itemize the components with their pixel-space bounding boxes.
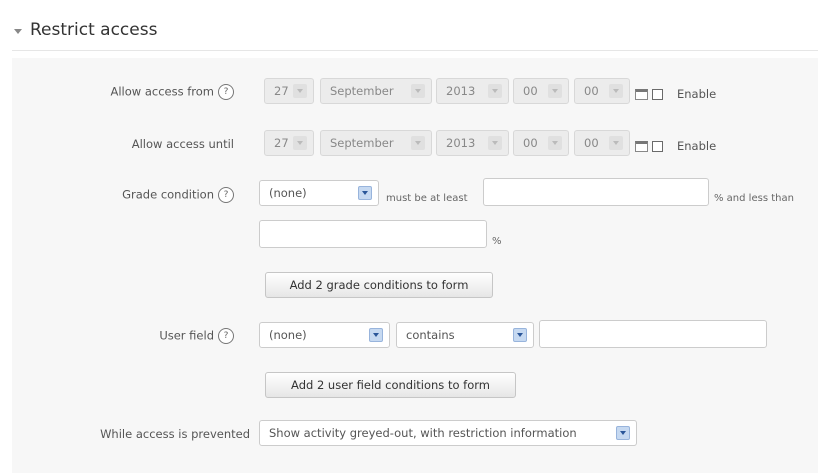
calendar-icon[interactable] (635, 89, 648, 100)
add-user-field-conditions-button[interactable]: Add 2 user field conditions to form (265, 372, 516, 398)
access-from-enable-label: Enable (677, 87, 717, 101)
access-until-month-select[interactable]: September (320, 130, 432, 156)
access-from-year-value: 2013 (446, 84, 476, 98)
grade-item-value: (none) (269, 186, 307, 200)
user-field-operator-select[interactable]: contains (396, 322, 534, 348)
less-than-text: % and less than (714, 193, 794, 204)
grade-item-select[interactable]: (none) (259, 180, 379, 206)
grade-min-input[interactable] (483, 178, 709, 206)
access-until-year-value: 2013 (446, 136, 476, 150)
prevented-display-value: Show activity greyed-out, with restricti… (269, 426, 577, 440)
chevron-down-icon (411, 84, 425, 98)
access-from-minute-select[interactable]: 00 (574, 78, 630, 104)
chevron-down-icon (548, 136, 562, 150)
prevented-display-select[interactable]: Show activity greyed-out, with restricti… (259, 420, 637, 446)
add-grade-conditions-button[interactable]: Add 2 grade conditions to form (265, 272, 493, 298)
access-from-month-select[interactable]: September (320, 78, 432, 104)
chevron-down-icon (488, 84, 502, 98)
chevron-down-icon (358, 186, 372, 200)
access-until-label: Allow access until (131, 137, 234, 151)
access-until-day-select[interactable]: 27 (264, 130, 314, 156)
percent-text: % (492, 236, 502, 247)
chevron-down-icon (369, 328, 383, 342)
chevron-down-icon (609, 136, 623, 150)
access-until-month-value: September (330, 136, 394, 150)
access-from-label-group: Allow access from? (110, 84, 234, 100)
chevron-down-icon (293, 84, 307, 98)
access-until-minute-select[interactable]: 00 (574, 130, 630, 156)
user-field-operator-value: contains (406, 328, 455, 342)
access-until-hour-value: 00 (523, 136, 538, 150)
access-until-day-value: 27 (274, 136, 289, 150)
must-be-at-least-text: must be at least (386, 193, 468, 204)
chevron-down-icon (293, 136, 307, 150)
access-from-day-select[interactable]: 27 (264, 78, 314, 104)
access-until-minute-value: 00 (584, 136, 599, 150)
chevron-down-icon (616, 426, 630, 440)
prevented-label-group: While access is prevented (100, 427, 250, 441)
access-until-enable-checkbox[interactable] (652, 141, 663, 152)
calendar-icon[interactable] (635, 141, 648, 152)
access-from-day-value: 27 (274, 84, 289, 98)
access-until-year-select[interactable]: 2013 (436, 130, 509, 156)
help-icon[interactable]: ? (218, 328, 234, 344)
grade-condition-label: Grade condition (122, 187, 214, 202)
user-field-label: User field (159, 328, 214, 343)
help-icon[interactable]: ? (218, 187, 234, 203)
user-field-select[interactable]: (none) (259, 322, 390, 348)
access-from-minute-value: 00 (584, 84, 599, 98)
access-from-label: Allow access from (110, 84, 214, 99)
chevron-down-icon (609, 84, 623, 98)
chevron-down-icon (411, 136, 425, 150)
access-from-month-value: September (330, 84, 394, 98)
user-field-value: (none) (269, 328, 307, 342)
section-header[interactable]: Restrict access (12, 10, 818, 51)
access-from-enable-checkbox[interactable] (652, 89, 663, 100)
access-from-hour-value: 00 (523, 84, 538, 98)
chevron-down-icon (488, 136, 502, 150)
user-field-label-group: User field? (159, 328, 234, 344)
chevron-down-icon (513, 328, 527, 342)
grade-max-input[interactable] (259, 220, 487, 248)
access-until-label-group: Allow access until (132, 137, 234, 151)
access-until-enable-label: Enable (677, 139, 717, 153)
section-title: Restrict access (30, 20, 158, 40)
chevron-down-icon (548, 84, 562, 98)
grade-condition-label-group: Grade condition? (122, 187, 234, 203)
collapse-triangle-icon[interactable] (14, 28, 22, 34)
access-until-hour-select[interactable]: 00 (513, 130, 569, 156)
restrict-access-panel (12, 58, 818, 473)
help-icon[interactable]: ? (218, 84, 234, 100)
access-from-hour-select[interactable]: 00 (513, 78, 569, 104)
prevented-label: While access is prevented (100, 427, 250, 441)
access-from-year-select[interactable]: 2013 (436, 78, 509, 104)
user-field-value-input[interactable] (539, 320, 767, 348)
